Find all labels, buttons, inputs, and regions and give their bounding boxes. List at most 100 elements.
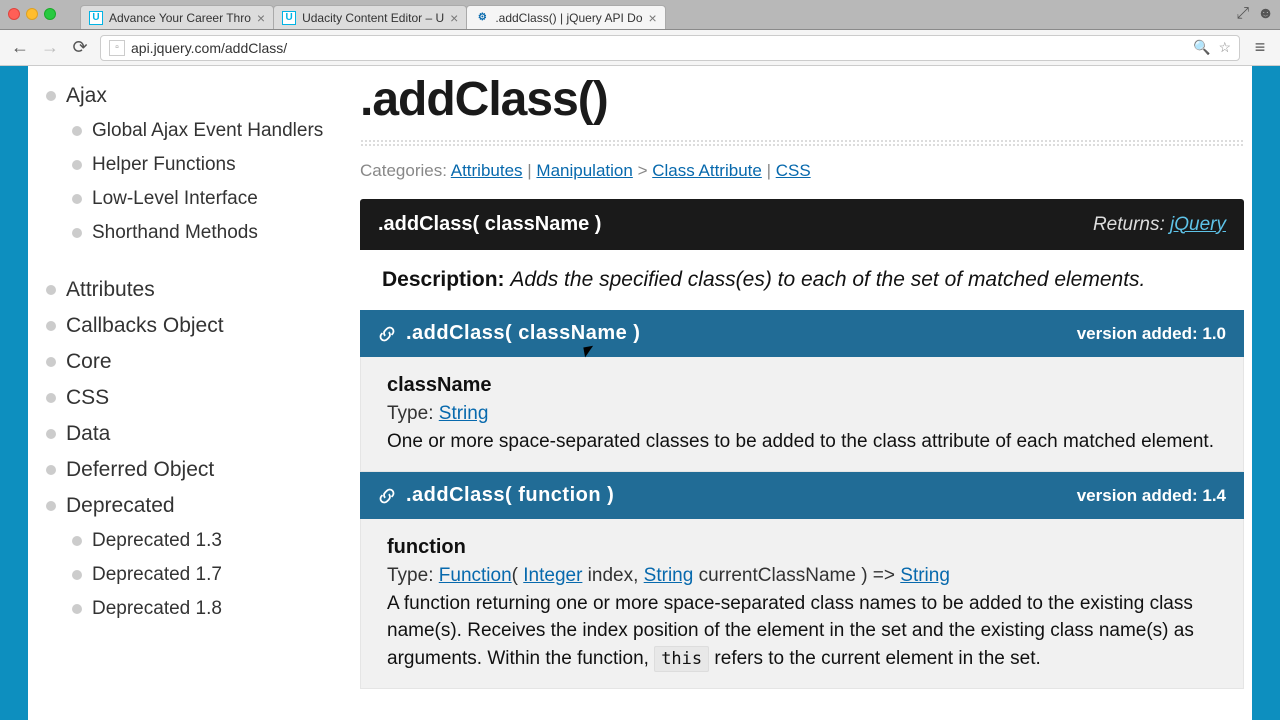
back-button[interactable]: ←	[10, 38, 30, 58]
window-close-icon[interactable]	[8, 8, 20, 20]
sidebar-subitem[interactable]: Helper Functions	[46, 148, 348, 182]
menu-button[interactable]: ≡	[1250, 38, 1270, 58]
sidebar-item-css[interactable]: CSS	[46, 380, 348, 416]
bullet-icon	[46, 465, 56, 475]
main-article: .addClass() Categories: Attributes | Man…	[358, 66, 1252, 720]
bookmark-icon[interactable]: ☆	[1218, 39, 1231, 56]
page-viewport: Ajax Global Ajax Event Handlers Helper F…	[0, 66, 1280, 720]
sidebar-label: Deferred Object	[66, 458, 214, 482]
sidebar-nav: Ajax Global Ajax Event Handlers Helper F…	[28, 66, 358, 720]
fullscreen-icon[interactable]: ⤢	[1236, 5, 1249, 23]
sidebar-subitem[interactable]: Shorthand Methods	[46, 216, 348, 250]
sidebar-label: Shorthand Methods	[92, 222, 258, 244]
separator: |	[767, 161, 776, 180]
sidebar-label: Deprecated 1.7	[92, 564, 222, 586]
method-entry: .addClass( className ) Returns: jQuery D…	[360, 199, 1244, 689]
sidebar-subitem[interactable]: Low-Level Interface	[46, 182, 348, 216]
param-type: Type: String	[387, 400, 1217, 428]
traffic-lights	[8, 8, 56, 20]
sidebar-item-deprecated[interactable]: Deprecated	[46, 488, 348, 524]
param-name: function	[387, 533, 1217, 562]
forward-button[interactable]: →	[40, 38, 60, 58]
sidebar-label: Deprecated 1.8	[92, 598, 222, 620]
bullet-icon	[72, 536, 82, 546]
code-this: this	[654, 646, 709, 672]
signature-header: .addClass( function ) version added: 1.4	[360, 472, 1244, 519]
link-icon[interactable]	[378, 487, 396, 505]
category-link[interactable]: Manipulation	[536, 161, 632, 180]
sidebar-subitem[interactable]: Deprecated 1.7	[46, 558, 348, 592]
bullet-icon	[46, 91, 56, 101]
method-description: Description: Adds the specified class(es…	[360, 250, 1244, 310]
bullet-icon	[72, 570, 82, 580]
omnibox-actions: 🔍 ☆	[1193, 39, 1231, 56]
sidebar-item-data[interactable]: Data	[46, 416, 348, 452]
window-controls-right: ⤢ ☻	[1236, 5, 1274, 23]
param-description: A function returning one or more space-s…	[387, 590, 1217, 673]
tab-close-icon[interactable]: ×	[649, 10, 657, 26]
page-frame-right	[1252, 66, 1280, 720]
sidebar-subitem[interactable]: Global Ajax Event Handlers	[46, 114, 348, 148]
sidebar-item-ajax[interactable]: Ajax	[46, 78, 348, 114]
bullet-icon	[46, 393, 56, 403]
browser-tab[interactable]: U Advance Your Career Thro ×	[80, 5, 274, 29]
category-link[interactable]: Class Attribute	[652, 161, 762, 180]
tab-close-icon[interactable]: ×	[257, 10, 265, 26]
returns-link[interactable]: jQuery	[1170, 214, 1226, 235]
sidebar-item-core[interactable]: Core	[46, 344, 348, 380]
description-label: Description:	[382, 268, 505, 291]
type-link[interactable]: String	[439, 403, 489, 424]
page-info-icon[interactable]: ▫	[109, 40, 125, 56]
tab-close-icon[interactable]: ×	[450, 10, 458, 26]
favicon-icon: U	[89, 11, 103, 25]
bullet-icon	[46, 429, 56, 439]
bullet-icon	[46, 357, 56, 367]
sidebar-label: Helper Functions	[92, 154, 236, 176]
sidebar-label: Global Ajax Event Handlers	[92, 120, 323, 142]
window-zoom-icon[interactable]	[44, 8, 56, 20]
incognito-icon[interactable]: ☻	[1257, 5, 1274, 23]
type-link[interactable]: String	[644, 565, 694, 586]
method-returns: Returns: jQuery	[1093, 214, 1226, 236]
separator: >	[638, 161, 653, 180]
sidebar-label: Attributes	[66, 278, 155, 302]
type-link[interactable]: Integer	[523, 565, 582, 586]
sidebar-label: CSS	[66, 386, 109, 410]
page-frame-left	[0, 66, 28, 720]
sidebar-item-attributes[interactable]: Attributes	[46, 272, 348, 308]
tab-title: Advance Your Career Thro	[109, 11, 251, 25]
variant-signature: .addClass( className )	[406, 322, 640, 345]
browser-tab-active[interactable]: ⚙ .addClass() | jQuery API Do ×	[466, 5, 665, 29]
method-signature: .addClass( className )	[378, 213, 601, 236]
param-block: function Type: Function( Integer index, …	[360, 519, 1244, 689]
window-minimize-icon[interactable]	[26, 8, 38, 20]
sidebar-item-callbacks[interactable]: Callbacks Object	[46, 308, 348, 344]
url-text: api.jquery.com/addClass/	[131, 40, 287, 56]
sidebar-label: Data	[66, 422, 110, 446]
category-link[interactable]: CSS	[776, 161, 811, 180]
category-link[interactable]: Attributes	[451, 161, 523, 180]
sidebar-subitem[interactable]: Deprecated 1.8	[46, 592, 348, 626]
bullet-icon	[72, 228, 82, 238]
description-text: Adds the specified class(es) to each of …	[510, 268, 1145, 291]
param-description: One or more space-separated classes to b…	[387, 428, 1217, 456]
variant-signature: .addClass( function )	[406, 484, 614, 507]
sidebar-subitem[interactable]: Deprecated 1.3	[46, 524, 348, 558]
browser-tab[interactable]: U Udacity Content Editor – U ×	[273, 5, 467, 29]
sidebar-label: Core	[66, 350, 112, 374]
address-bar[interactable]: ▫ api.jquery.com/addClass/ 🔍 ☆	[100, 35, 1240, 61]
sidebar-label: Callbacks Object	[66, 314, 224, 338]
bullet-icon	[46, 285, 56, 295]
categories-label: Categories:	[360, 161, 447, 180]
sidebar-item-deferred[interactable]: Deferred Object	[46, 452, 348, 488]
reload-button[interactable]: ⟳	[70, 38, 90, 58]
type-link[interactable]: String	[900, 565, 950, 586]
bullet-icon	[72, 160, 82, 170]
zoom-icon[interactable]: 🔍	[1193, 39, 1210, 56]
signature-header: .addClass( className ) version added: 1.…	[360, 310, 1244, 357]
bullet-icon	[72, 194, 82, 204]
type-link[interactable]: Function	[439, 565, 512, 586]
breadcrumb-categories: Categories: Attributes | Manipulation > …	[360, 161, 1244, 181]
divider	[360, 139, 1244, 147]
link-icon[interactable]	[378, 325, 396, 343]
